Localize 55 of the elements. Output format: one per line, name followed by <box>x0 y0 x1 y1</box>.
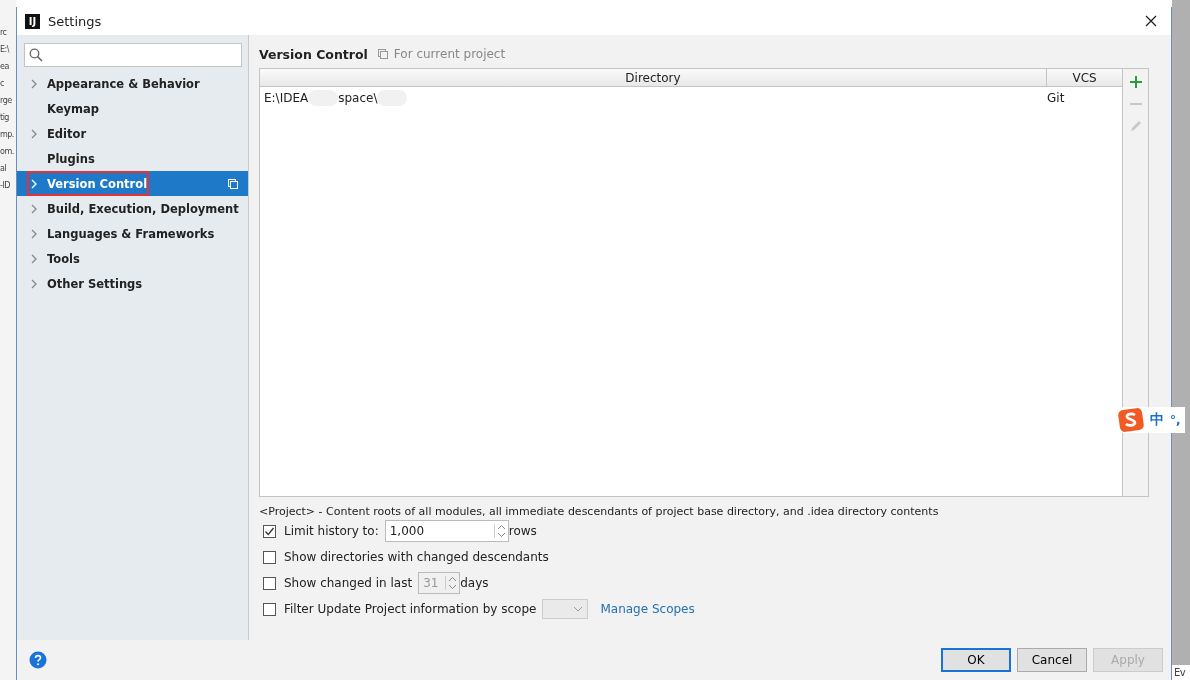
unit-label: days <box>460 576 489 590</box>
punctuation-mode-label[interactable]: °, <box>1170 413 1181 427</box>
sidebar-item[interactable]: Keymap <box>16 96 248 121</box>
background-text: mp. <box>0 130 15 139</box>
background-text: c <box>0 79 5 88</box>
sidebar-item[interactable]: Version Control <box>16 171 248 196</box>
input-method-toolbar[interactable]: 中 °, <box>1116 407 1185 433</box>
app-logo: IJ <box>24 13 40 29</box>
column-header[interactable]: Directory <box>259 69 1047 86</box>
manage-scopes-link[interactable]: Manage Scopes <box>600 602 695 616</box>
dialog-button[interactable]: Cancel <box>1017 648 1088 672</box>
table-cell: E:\IDEA <box>263 91 309 105</box>
table-cell-text: Git <box>1046 91 1066 105</box>
page-title: Version Control <box>258 46 368 62</box>
checkbox[interactable] <box>262 524 276 538</box>
background-text: -ID <box>0 181 11 190</box>
background-text: E:\ <box>0 45 11 54</box>
option-label: Filter Update Project information by scope <box>283 602 537 616</box>
sidebar-item[interactable]: Appearance & Behavior <box>16 71 248 96</box>
option-label: Limit history to: <box>283 524 379 538</box>
add-icon[interactable] <box>1128 75 1143 89</box>
background-text: tig <box>0 113 10 122</box>
window-title: Settings <box>47 13 102 29</box>
dialog-button[interactable]: OK <box>941 648 1012 672</box>
input-mode-label[interactable]: 中 <box>1150 411 1164 429</box>
option-label: Show changed in last <box>283 576 413 590</box>
background-text: Ev <box>1172 665 1190 680</box>
sidebar-item[interactable]: Other Settings <box>16 271 248 296</box>
scope-label: For current project <box>393 47 506 61</box>
copy-icon <box>227 178 238 189</box>
unit-label: rows <box>508 524 537 538</box>
option-label: Show directories with changed descendants <box>283 550 549 564</box>
background-text: om. <box>0 147 15 156</box>
sidebar-item[interactable]: Plugins <box>16 146 248 171</box>
column-header[interactable]: VCS <box>1046 69 1123 86</box>
table-cell: space\ <box>338 91 378 105</box>
background-text: ea <box>0 62 10 71</box>
background-text: rc <box>0 28 8 37</box>
sidebar-item[interactable]: Build, Execution, Deployment <box>16 196 248 221</box>
background-text: al <box>0 164 8 173</box>
copy-icon <box>377 49 388 59</box>
chevron-down-icon <box>573 606 584 612</box>
close-icon[interactable] <box>1145 15 1158 27</box>
sidebar-item[interactable]: Editor <box>16 121 248 146</box>
number-spinner[interactable]: 1,000 <box>384 520 509 542</box>
background-text: rge <box>0 96 13 105</box>
checkbox[interactable] <box>262 602 276 616</box>
sidebar-item[interactable]: Tools <box>16 246 248 271</box>
help-icon[interactable] <box>28 651 47 669</box>
search-icon <box>28 48 43 62</box>
sidebar-item[interactable]: Languages & Frameworks <box>16 221 248 246</box>
search-field[interactable] <box>23 43 242 67</box>
checkbox[interactable] <box>262 550 276 564</box>
help-text: <Project> - Content roots of all modules, all immediate descendants of project base directory, and .idea directory contents <box>258 505 940 518</box>
input-method-logo-icon <box>1118 408 1144 432</box>
